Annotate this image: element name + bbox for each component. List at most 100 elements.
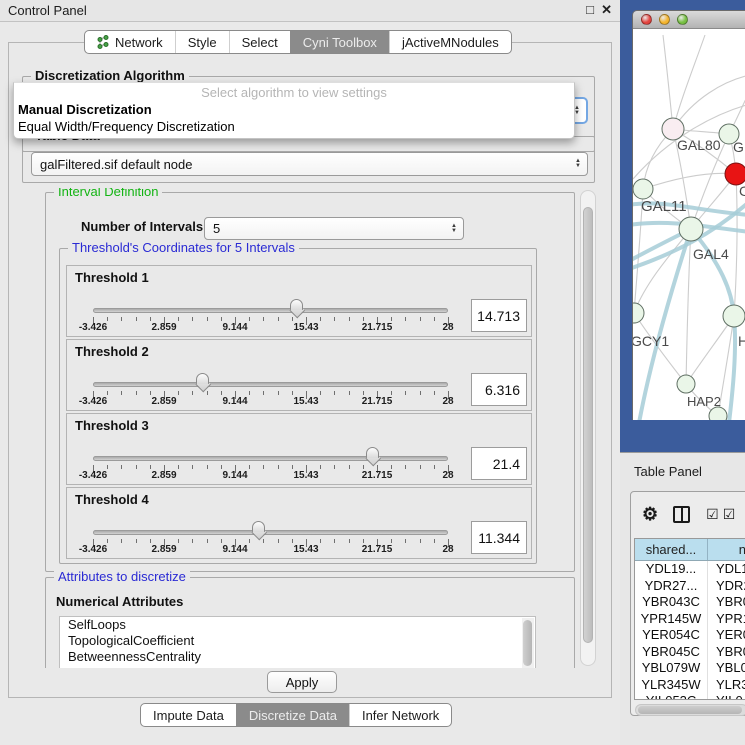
table-row[interactable]: YPR145WYPR1 [635, 611, 745, 628]
network-node-node-bottom[interactable] [709, 407, 727, 420]
network-node-hap2[interactable] [677, 375, 695, 393]
table-cell: YLR3 [708, 677, 745, 694]
checkbox-icon[interactable]: ☑ [723, 507, 736, 521]
table-cell: YDR2 [708, 578, 745, 595]
slider-tick [320, 539, 321, 543]
tab-jactivemnodules[interactable]: jActiveMNodules [389, 31, 511, 53]
threshold-value-field[interactable]: 11.344 [471, 521, 527, 554]
numerical-attributes-list[interactable]: SelfLoopsTopologicalCoefficientBetweenne… [59, 616, 536, 668]
threshold-value-field[interactable]: 14.713 [471, 299, 527, 332]
slider-tick [420, 391, 421, 395]
threshold-value-field[interactable]: 6.316 [471, 373, 527, 406]
bottom-tabbar: Impute DataDiscretize DataInfer Network [140, 703, 452, 727]
slider-thumb[interactable] [196, 373, 211, 392]
table-horizontal-scrollbar[interactable] [635, 704, 745, 716]
slider-tick [349, 465, 350, 469]
tab-label: jActiveMNodules [402, 35, 499, 50]
attribute-item[interactable]: TopologicalCoefficient [60, 633, 535, 649]
table-row[interactable]: YBL079WYBL0 [635, 660, 745, 677]
slider-tick [121, 317, 122, 321]
slider-track[interactable] [93, 456, 448, 461]
slider-track[interactable] [93, 308, 448, 313]
number-of-intervals-label: Number of Intervals [81, 219, 203, 234]
table-row[interactable]: YER054CYER0 [635, 627, 745, 644]
scrollbar-thumb[interactable] [523, 620, 532, 666]
network-node-label: C [739, 183, 745, 199]
slider-tick [391, 539, 392, 543]
column-header-2[interactable]: n [708, 539, 745, 560]
checkbox-icon[interactable]: ☑ [706, 507, 719, 521]
slider-thumb[interactable] [252, 521, 267, 540]
network-node-label: GAL80 [677, 137, 721, 153]
combo-stepper-icon: ▲▼ [569, 153, 587, 175]
network-canvas[interactable]: GAL80GCGAL11GAL4GCY1HHAP2 [633, 29, 745, 420]
algorithm-option-1[interactable]: Manual Discretization [14, 101, 574, 118]
table-data-combobox[interactable]: galFiltered.sif default node ▲▼ [31, 152, 588, 176]
close-panel-icon[interactable]: ✕ [601, 2, 612, 18]
tab-style[interactable]: Style [175, 31, 229, 53]
attributes-list-scrollbar[interactable] [522, 618, 534, 668]
attribute-item[interactable]: BetweennessCentrality [60, 649, 535, 665]
network-node-red[interactable] [725, 163, 745, 185]
threshold-label: Threshold 4 [75, 492, 149, 507]
bottom-tab-impute-data[interactable]: Impute Data [141, 704, 236, 726]
slider-tick [363, 539, 364, 543]
slider-tick [136, 539, 137, 543]
mac-zoom-button[interactable] [677, 14, 688, 25]
top-tabbar: NetworkStyleSelectCyni Toolbox jActiveMNo… [84, 30, 512, 54]
table-row[interactable]: YLR345WYLR3 [635, 677, 745, 694]
slider-tick [278, 391, 279, 395]
table-cell: YDL1 [708, 561, 745, 578]
table-cell: YDR27... [635, 578, 708, 595]
tab-network[interactable]: Network [85, 31, 175, 53]
table-cell: YIL0 [708, 693, 745, 700]
mac-minimize-button[interactable] [659, 14, 670, 25]
slider-tick [292, 465, 293, 469]
number-of-intervals-combobox[interactable]: 5 ▲▼ [204, 217, 464, 240]
slider-track[interactable] [93, 382, 448, 387]
slider-tick [434, 391, 435, 395]
table-row[interactable]: YIL052CYIL0 [635, 693, 745, 700]
scrollbar-thumb[interactable] [638, 706, 742, 714]
slider-tick [192, 465, 193, 469]
settings-scrollbar[interactable] [580, 190, 596, 666]
bottom-tab-infer-network[interactable]: Infer Network [349, 704, 451, 726]
network-node-gal4[interactable] [679, 217, 703, 241]
network-edge [734, 174, 737, 316]
apply-button[interactable]: Apply [267, 671, 337, 693]
gear-icon[interactable]: ⚙ [642, 505, 658, 523]
bottom-tab-discretize-data[interactable]: Discretize Data [236, 704, 349, 726]
table-row[interactable]: YBR045CYBR0 [635, 644, 745, 661]
table-row[interactable]: YDL19...YDL1 [635, 561, 745, 578]
mac-close-button[interactable] [641, 14, 652, 25]
slider-thumb[interactable] [366, 447, 381, 466]
network-node-gcy1[interactable] [633, 303, 644, 323]
tab-cyni-toolbox[interactable]: Cyni Toolbox [290, 31, 389, 53]
table-row[interactable]: YBR043CYBR0 [635, 594, 745, 611]
float-window-icon[interactable]: □ [586, 2, 594, 17]
slider-tick [178, 391, 179, 395]
threshold-value-field[interactable]: 21.4 [471, 447, 527, 480]
column-header-1[interactable]: shared... [635, 539, 708, 560]
column-browser-icon[interactable] [673, 506, 690, 523]
slider-track[interactable] [93, 530, 448, 535]
slider-tick [292, 539, 293, 543]
slider-thumb[interactable] [290, 299, 305, 318]
slider-tick [320, 391, 321, 395]
slider-tick [405, 465, 406, 469]
slider-scale-label: -3.426 [67, 322, 119, 333]
network-node-gal11[interactable] [633, 179, 653, 199]
table-row[interactable]: YDR27...YDR2 [635, 578, 745, 595]
algorithm-placeholder-option[interactable]: Select algorithm to view settings [14, 83, 574, 101]
table-cell: YBR045C [635, 644, 708, 661]
network-icon [97, 35, 109, 50]
table-cell: YLR345W [635, 677, 708, 694]
scrollbar-thumb[interactable] [583, 207, 593, 643]
network-node-h[interactable] [723, 305, 745, 327]
attribute-item[interactable]: SelfLoops [60, 617, 535, 633]
algorithm-option-2[interactable]: Equal Width/Frequency Discretization [14, 118, 574, 135]
slider-tick [121, 465, 122, 469]
slider-scale-label: 9.144 [209, 322, 261, 333]
tab-select[interactable]: Select [229, 31, 290, 53]
table-cell: YPR1 [708, 611, 745, 628]
